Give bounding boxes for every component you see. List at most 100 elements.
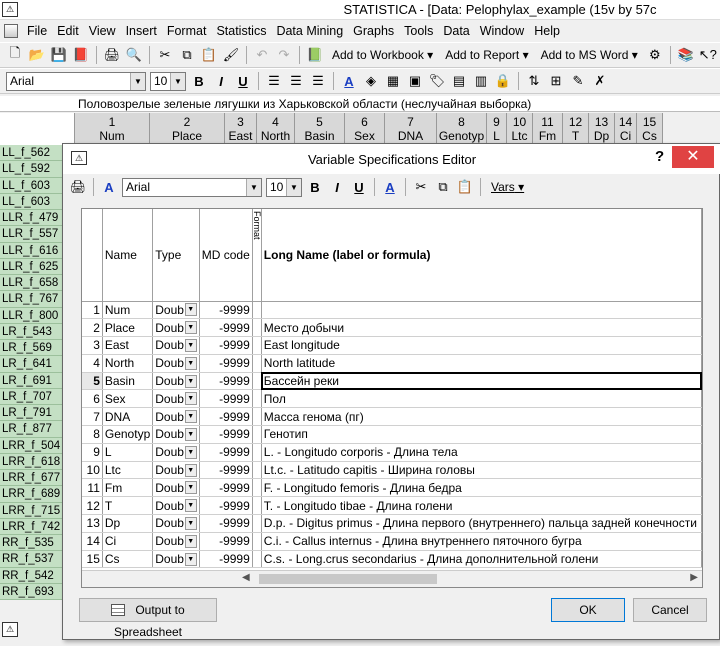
format-cell[interactable] <box>252 532 262 551</box>
workbook-icon[interactable]: ⚠ <box>2 622 18 637</box>
column-header[interactable]: 11 Fm <box>533 113 563 145</box>
row-number[interactable]: 5 <box>82 372 103 391</box>
row-label[interactable]: LL_f_603 <box>0 194 62 210</box>
type-cell[interactable]: Doub ▼ <box>152 354 200 373</box>
row-label[interactable]: LLR_f_625 <box>0 259 62 275</box>
cancel-button[interactable]: Cancel <box>633 598 707 622</box>
menu-data-mining[interactable]: Data Mining <box>271 24 348 38</box>
chevron-down-icon[interactable]: ▼ <box>184 410 197 424</box>
row-label[interactable]: LR_f_569 <box>0 340 62 357</box>
md-code-cell[interactable]: -9999 <box>199 514 253 533</box>
row-label[interactable]: LR_f_877 <box>0 421 62 438</box>
row-label[interactable]: LRR_f_742 <box>0 519 62 535</box>
format-cell[interactable] <box>252 372 262 391</box>
scroll-left-icon[interactable]: ◀ <box>242 572 250 583</box>
type-cell[interactable]: Doub ▼ <box>152 301 200 320</box>
row-number[interactable]: 7 <box>82 407 103 427</box>
row-label[interactable]: RR_f_693 <box>0 584 62 600</box>
long-name-cell[interactable]: Место добычи <box>261 318 702 338</box>
fill-color-icon[interactable]: ◈ <box>361 71 381 91</box>
var-name-cell[interactable]: DNA <box>102 407 154 427</box>
md-code-cell[interactable]: -9999 <box>199 425 253 444</box>
long-name-cell[interactable] <box>261 301 702 320</box>
table-row[interactable]: 15 Cs Doub ▼ -9999 C.s. - Long.crus secondari… <box>82 550 702 569</box>
var-name-cell[interactable]: Num <box>102 301 154 320</box>
md-code-cell[interactable]: -9999 <box>199 336 253 355</box>
type-cell[interactable]: Doub ▼ <box>152 443 200 462</box>
chevron-down-icon[interactable]: ▼ <box>184 499 197 513</box>
print-preview-icon[interactable]: 🔍 <box>124 45 144 65</box>
long-name-cell[interactable]: Генотип <box>261 425 702 444</box>
column-header[interactable]: 15 Cs <box>637 113 663 145</box>
lock-icon[interactable]: 🔒 <box>493 71 513 91</box>
menu-graphs[interactable]: Graphs <box>348 24 399 38</box>
align-center-icon[interactable]: ☰ <box>286 71 306 91</box>
row-label[interactable]: LRR_f_715 <box>0 503 62 519</box>
chevron-down-icon[interactable]: ▼ <box>184 534 197 548</box>
row-label[interactable]: LL_f_562 <box>0 145 62 162</box>
menu-tools[interactable]: Tools <box>399 24 438 38</box>
column-header[interactable]: 1 Num <box>75 113 150 145</box>
var-name-cell[interactable]: Basin <box>102 372 154 391</box>
tag-icon[interactable]: 🏷 <box>427 71 447 91</box>
long-name-cell[interactable]: Масса генома (пг) <box>261 407 702 427</box>
type-cell[interactable]: Doub ▼ <box>152 496 200 516</box>
column-header[interactable]: 10 Ltc <box>507 113 533 145</box>
column-header[interactable]: 2 Place <box>150 113 225 145</box>
row-label[interactable]: LRR_f_618 <box>0 454 62 470</box>
type-cell[interactable]: Doub ▼ <box>152 532 200 551</box>
format-cell[interactable] <box>252 354 262 373</box>
row-label[interactable]: LR_f_543 <box>0 324 62 340</box>
var-name-cell[interactable]: T <box>102 496 154 516</box>
pdf-icon[interactable]: 📕 <box>71 45 91 65</box>
long-name-cell[interactable]: Lt.c. - Latitudo capitis - Ширина головы <box>261 461 702 480</box>
md-code-cell[interactable]: -9999 <box>199 532 253 551</box>
column-header[interactable]: 14 Ci <box>615 113 637 145</box>
table-icon[interactable]: ▥ <box>471 71 491 91</box>
table-row[interactable]: 5 Basin Doub ▼ -9999 Бассейн реки <box>82 372 702 391</box>
chevron-down-icon[interactable]: ▼ <box>184 463 197 477</box>
menu-edit[interactable]: Edit <box>52 24 84 38</box>
align-left-icon[interactable]: ☰ <box>264 71 284 91</box>
copy-icon[interactable]: ⧉ <box>177 45 197 65</box>
row-number[interactable]: 14 <box>82 532 103 551</box>
row-label[interactable]: LLR_f_767 <box>0 291 62 308</box>
print-icon[interactable]: 🖨 <box>102 45 122 65</box>
chevron-down-icon[interactable]: ▼ <box>184 303 197 317</box>
column-header[interactable]: 3 East <box>225 113 257 145</box>
redo-icon[interactable]: ↷ <box>274 45 294 65</box>
type-cell[interactable]: Doub ▼ <box>152 318 200 338</box>
chevron-down-icon[interactable]: ▼ <box>184 374 197 388</box>
var-name-cell[interactable]: North <box>102 354 154 373</box>
row-number[interactable]: 13 <box>82 514 103 533</box>
cut-icon[interactable]: ✂ <box>411 177 431 197</box>
row-number[interactable]: 15 <box>82 550 103 569</box>
number-format-icon[interactable]: ▣ <box>405 71 425 91</box>
menu-window[interactable]: Window <box>475 24 529 38</box>
row-label[interactable]: LLR_f_616 <box>0 243 62 259</box>
font-color-button[interactable]: A <box>339 71 359 91</box>
sort-icon[interactable]: ⇅ <box>524 71 544 91</box>
format-painter-icon[interactable]: 🖌 <box>221 45 241 65</box>
type-cell[interactable]: Doub ▼ <box>152 461 200 480</box>
menu-statistics[interactable]: Statistics <box>211 24 271 38</box>
table-row[interactable]: 14 Ci Doub ▼ -9999 C.i. - Callus internus - Д… <box>82 532 702 551</box>
align-right-icon[interactable]: ☰ <box>308 71 328 91</box>
save-icon[interactable]: 💾 <box>49 45 69 65</box>
italic-button[interactable]: I <box>327 177 347 197</box>
copy-icon[interactable]: ⧉ <box>433 177 453 197</box>
md-code-cell[interactable]: -9999 <box>199 550 253 569</box>
long-name-cell[interactable]: C.i. - Callus internus - Длина внутренне… <box>261 532 702 551</box>
format-cell[interactable] <box>252 407 262 427</box>
row-label[interactable]: LL_f_592 <box>0 161 62 178</box>
var-name-cell[interactable]: Fm <box>102 478 154 498</box>
var-name-cell[interactable]: L <box>102 443 154 462</box>
underline-button[interactable]: U <box>233 71 253 91</box>
long-name-cell[interactable]: C.s. - Long.crus secondarius - Длина доп… <box>261 550 702 569</box>
row-label[interactable]: LR_f_707 <box>0 389 62 405</box>
corner-cell[interactable] <box>0 113 75 145</box>
font-size-select[interactable]: 10 ▼ <box>150 71 186 91</box>
md-code-cell[interactable]: -9999 <box>199 461 253 480</box>
vars-button[interactable]: Vars ▾ <box>485 180 530 194</box>
format-cell[interactable] <box>252 478 262 498</box>
